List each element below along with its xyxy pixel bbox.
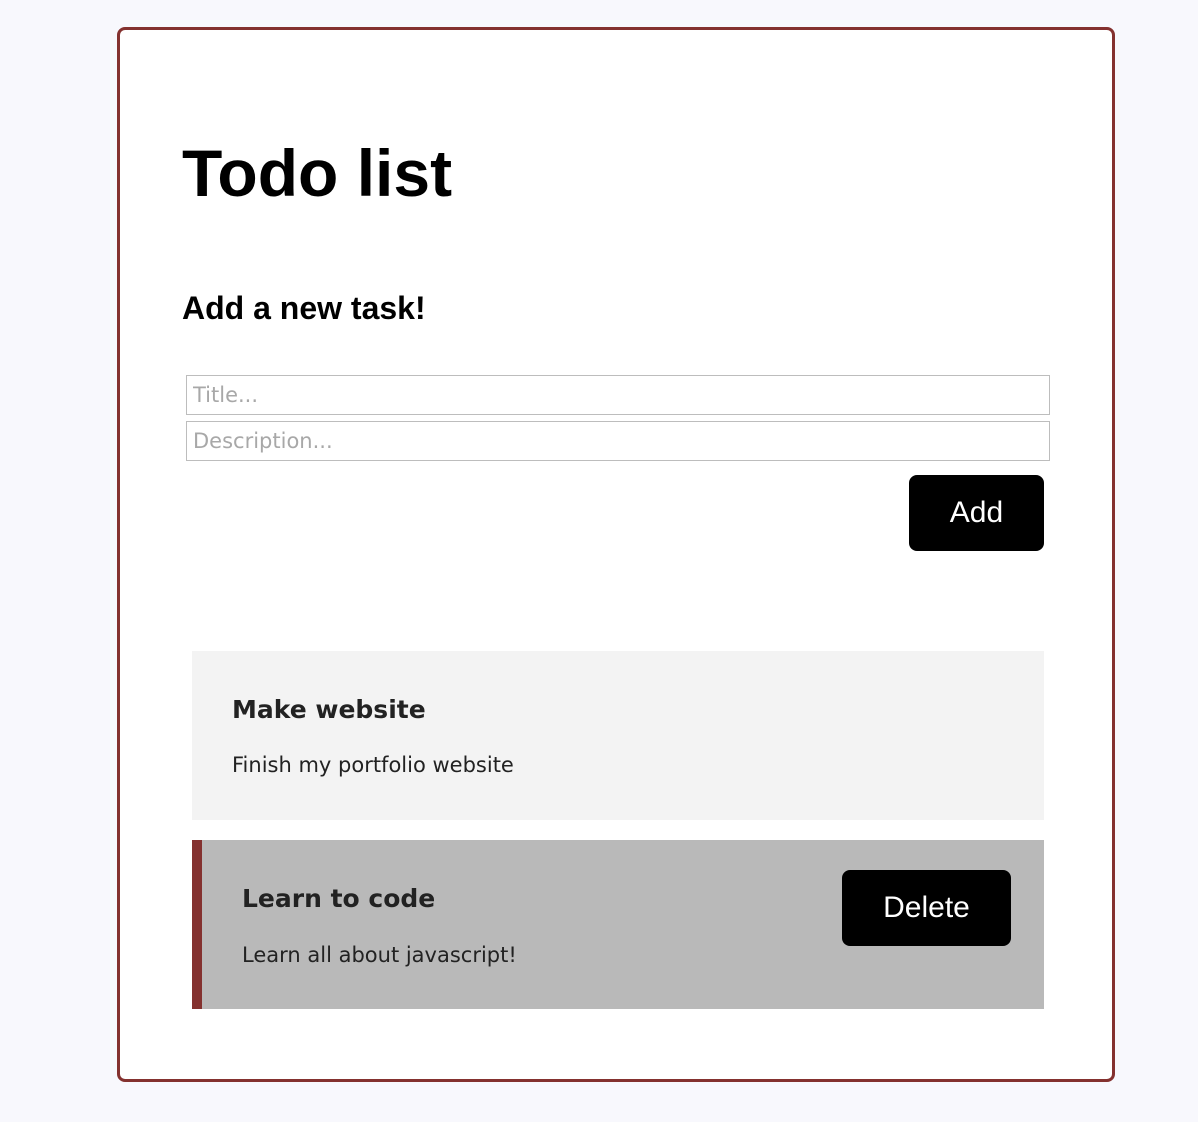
description-input[interactable] <box>186 421 1050 461</box>
form-heading: Add a new task! <box>182 290 426 326</box>
page-title: Todo list <box>182 136 453 210</box>
add-button[interactable]: Add <box>909 475 1044 551</box>
todo-card: Todo list Add a new task! Add Make websi… <box>117 27 1115 1082</box>
task-item-hovered[interactable]: Learn to code Learn all about javascript… <box>192 840 1044 1009</box>
task-item[interactable]: Make website Finish my portfolio website <box>192 651 1044 820</box>
title-input[interactable] <box>186 375 1050 415</box>
task-title: Learn to code <box>242 884 436 913</box>
delete-button[interactable]: Delete <box>842 870 1011 946</box>
task-description: Learn all about javascript! <box>242 943 517 967</box>
task-description: Finish my portfolio website <box>232 753 514 777</box>
task-title: Make website <box>232 695 426 724</box>
